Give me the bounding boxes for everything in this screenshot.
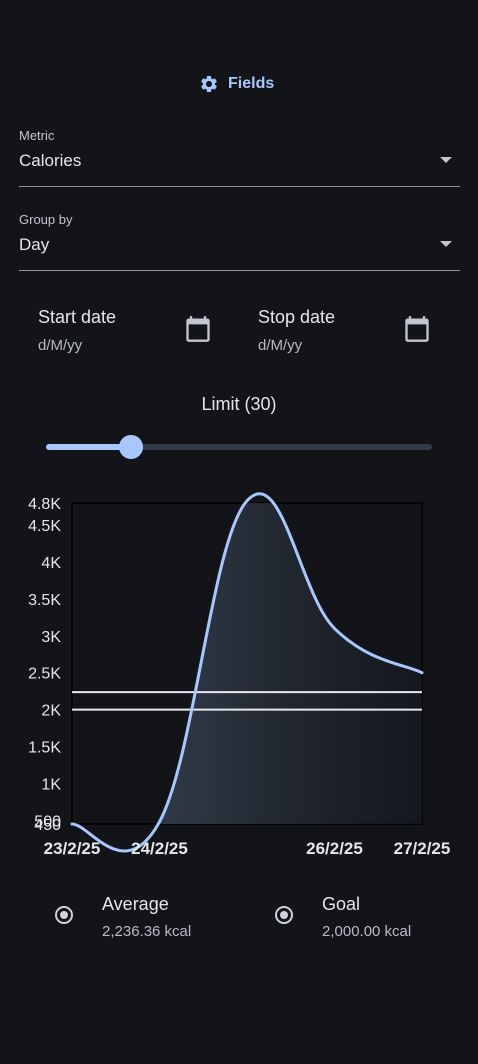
radio-dot [280,911,288,919]
stop-date-placeholder: d/M/yy [258,337,303,354]
stop-date-field[interactable]: Stop date d/M/yy [258,305,458,365]
y-tick-label: 3K [41,629,61,646]
goal-radio[interactable] [275,906,293,924]
y-tick-label: 2.5K [28,666,61,683]
group-by-select[interactable]: Group by Day [19,212,460,271]
start-date-label: Start date [38,307,117,327]
x-tick-label: 23/2/25 [44,839,101,858]
y-tick-label: 4.8K [28,496,61,513]
x-axis-ticks: 23/2/25 24/2/25 26/2/25 27/2/25 [44,839,451,858]
x-tick-label: 27/2/25 [394,839,451,858]
calendar-icon[interactable] [184,315,212,343]
y-tick-label: 1.5K [28,740,61,757]
y-tick-label: 4K [41,555,61,572]
group-by-label: Group by [19,212,73,227]
chevron-down-icon [440,157,452,163]
average-radio[interactable] [55,906,73,924]
legend-goal-value: 2,000.00 kcal [322,923,412,940]
chevron-down-icon [440,241,452,247]
y-axis-ticks: 4505001K1.5K2K2.5K3K3.5K4K4.5K4.8K [28,496,61,834]
series-area [72,503,422,824]
calendar-icon[interactable] [403,315,431,343]
start-date-placeholder: d/M/yy [38,337,83,354]
metric-value: Calories [19,151,82,170]
y-tick-label: 4.5K [28,518,61,535]
gear-icon [201,76,217,92]
limit-label: Limit (30) [201,394,277,414]
y-tick-label: 2K [41,703,61,720]
stop-date-label: Stop date [258,307,336,327]
radio-dot [60,911,68,919]
metric-select[interactable]: Metric Calories [19,128,460,187]
legend-average-name: Average [102,894,169,914]
start-date-field[interactable]: Start date d/M/yy [38,305,238,365]
calories-chart: 4505001K1.5K2K2.5K3K3.5K4K4.5K4.8K 23/2/… [28,492,451,858]
slider-thumb[interactable] [118,435,143,459]
limit-slider[interactable] [46,434,432,460]
legend-average-value: 2,236.36 kcal [102,923,192,940]
y-tick-label: 500 [34,813,61,830]
metric-label: Metric [19,128,55,143]
x-tick-label: 26/2/25 [306,839,363,858]
fields-button[interactable]: Fields [199,72,274,96]
fields-button-label: Fields [228,75,275,92]
y-tick-label: 1K [41,776,61,793]
x-tick-label: 24/2/25 [131,839,188,858]
y-tick-label: 3.5K [28,592,61,609]
group-by-value: Day [19,235,50,254]
legend-goal-name: Goal [322,894,361,914]
area-fill-group [72,503,422,824]
